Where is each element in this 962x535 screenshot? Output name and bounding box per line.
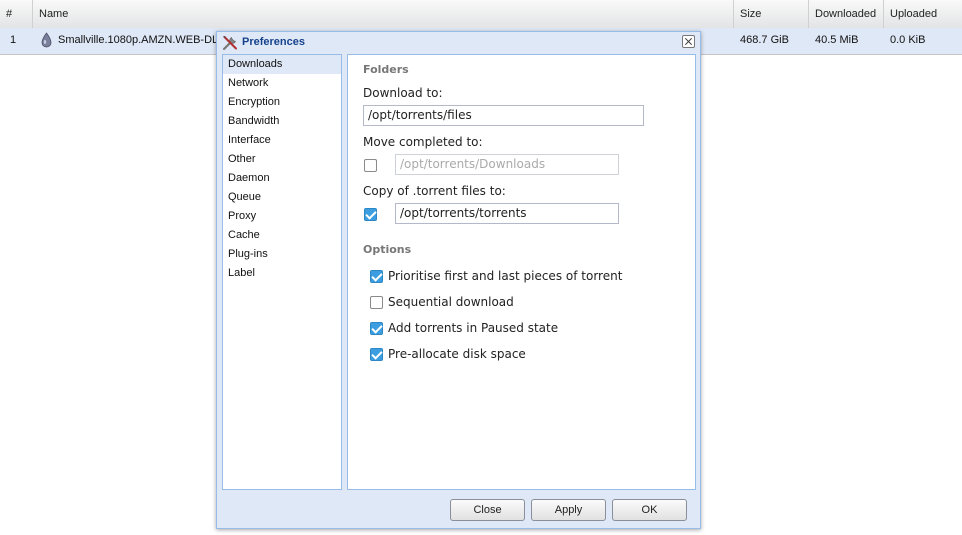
nav-item-label[interactable]: Label bbox=[223, 264, 341, 283]
tools-icon bbox=[222, 36, 237, 51]
nav-item-network[interactable]: Network bbox=[223, 74, 341, 93]
column-header-name[interactable]: Name bbox=[33, 0, 734, 28]
column-header-size[interactable]: Size bbox=[734, 0, 809, 28]
nav-item-proxy[interactable]: Proxy bbox=[223, 207, 341, 226]
nav-item-daemon[interactable]: Daemon bbox=[223, 169, 341, 188]
row-name: Smallville.1080p.AMZN.WEB-DL bbox=[58, 34, 219, 46]
nav-item-plugins[interactable]: Plug-ins bbox=[223, 245, 341, 264]
dialog-title: Preferences bbox=[242, 36, 305, 48]
nav-item-cache[interactable]: Cache bbox=[223, 226, 341, 245]
row-name-cell: Smallville.1080p.AMZN.WEB-DL bbox=[33, 28, 223, 54]
prioritise-pieces-checkbox[interactable] bbox=[370, 270, 383, 283]
move-completed-field[interactable]: /opt/torrents/Downloads bbox=[395, 154, 619, 175]
sequential-download-label[interactable]: Sequential download bbox=[388, 295, 514, 309]
close-button[interactable]: Close bbox=[450, 499, 525, 521]
column-header-index[interactable]: # bbox=[0, 0, 33, 28]
downloads-panel: Folders Download to: /opt/torrents/files… bbox=[347, 54, 696, 490]
preferences-dialog: Preferences Downloads Network Encryption… bbox=[216, 31, 701, 529]
sequential-download-checkbox[interactable] bbox=[370, 296, 383, 309]
dialog-header[interactable]: Preferences bbox=[217, 32, 700, 54]
add-paused-checkbox[interactable] bbox=[370, 322, 383, 335]
row-index: 1 bbox=[10, 34, 17, 46]
download-to-field[interactable]: /opt/torrents/files bbox=[363, 105, 644, 126]
ok-button[interactable]: OK bbox=[612, 499, 687, 521]
apply-button[interactable]: Apply bbox=[531, 499, 606, 521]
nav-item-bandwidth[interactable]: Bandwidth bbox=[223, 112, 341, 131]
preallocate-checkbox[interactable] bbox=[370, 348, 383, 361]
download-to-label: Download to: bbox=[363, 86, 443, 100]
row-size: 468.7 GiB bbox=[740, 34, 789, 46]
drop-icon bbox=[41, 32, 52, 48]
prioritise-pieces-label[interactable]: Prioritise first and last pieces of torr… bbox=[388, 269, 622, 283]
options-legend: Options bbox=[363, 243, 412, 256]
nav-item-interface[interactable]: Interface bbox=[223, 131, 341, 150]
copy-torrent-checkbox[interactable] bbox=[364, 208, 377, 221]
column-header-uploaded[interactable]: Uploaded bbox=[884, 0, 962, 28]
add-paused-label[interactable]: Add torrents in Paused state bbox=[388, 321, 558, 335]
move-completed-label: Move completed to: bbox=[363, 135, 483, 149]
row-downloaded: 40.5 MiB bbox=[815, 34, 859, 46]
folders-legend: Folders bbox=[363, 63, 409, 76]
nav-item-downloads[interactable]: Downloads bbox=[223, 55, 341, 74]
nav-item-encryption[interactable]: Encryption bbox=[223, 93, 341, 112]
copy-torrent-field[interactable]: /opt/torrents/torrents bbox=[395, 203, 619, 224]
move-completed-checkbox[interactable] bbox=[364, 159, 377, 172]
nav-item-queue[interactable]: Queue bbox=[223, 188, 341, 207]
torrent-grid-header: # Name Size Downloaded Uploaded bbox=[0, 0, 962, 29]
close-icon[interactable] bbox=[682, 35, 695, 48]
preferences-nav: Downloads Network Encryption Bandwidth I… bbox=[222, 54, 342, 490]
nav-item-other[interactable]: Other bbox=[223, 150, 341, 169]
copy-torrent-label: Copy of .torrent files to: bbox=[363, 184, 506, 198]
row-uploaded: 0.0 KiB bbox=[890, 34, 926, 46]
preallocate-label[interactable]: Pre-allocate disk space bbox=[388, 347, 526, 361]
column-header-downloaded[interactable]: Downloaded bbox=[809, 0, 884, 28]
